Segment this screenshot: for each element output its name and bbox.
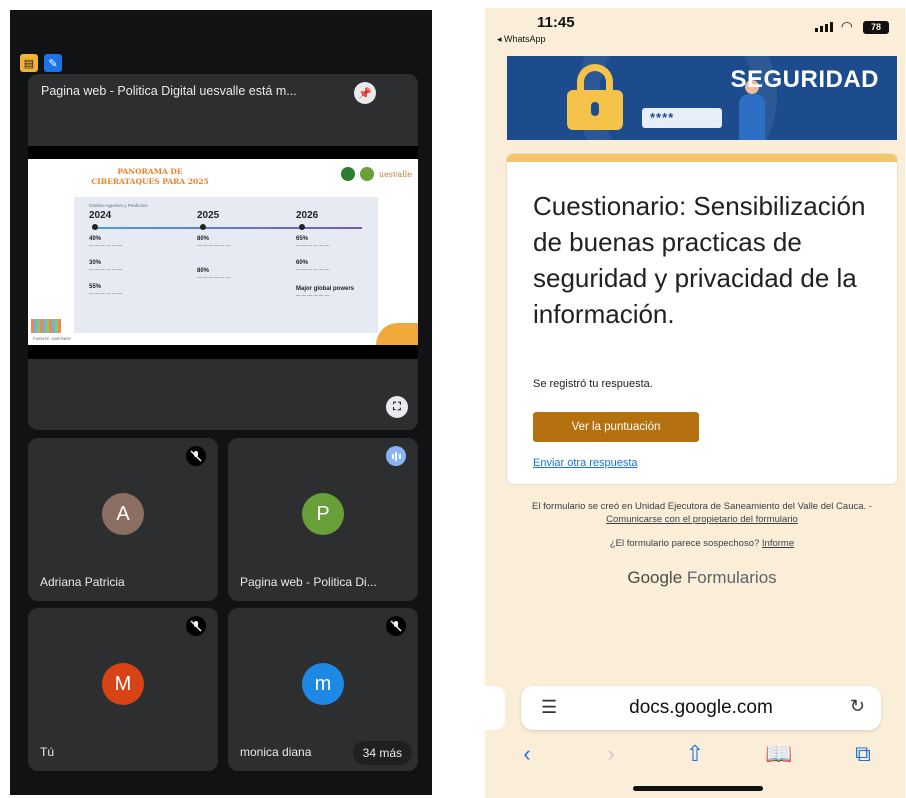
lock-keyhole <box>591 102 599 116</box>
form-footer: El formulario se creó en Unidad Ejecutor… <box>507 500 897 550</box>
status-bar: 11:45 ◂ WhatsApp ◠ 78 <box>485 8 905 56</box>
url-text: docs.google.com <box>629 697 773 718</box>
meet-top-icons: ▤ ✎ <box>20 54 62 72</box>
logo-icon <box>340 167 355 181</box>
slide-decoration <box>376 323 418 345</box>
pen-icon[interactable]: ✎ <box>44 54 62 72</box>
signal-icon <box>815 22 833 32</box>
slide-decoration <box>31 319 61 333</box>
slide: PANORAMA DE CIBERATAQUES PARA 2025 uesva… <box>28 159 418 345</box>
timeline-dot <box>200 224 206 230</box>
avatar: A <box>102 493 144 535</box>
slide-logos: uesvalle <box>340 167 412 181</box>
participant-name: Pagina web - Politica Di... <box>240 575 377 589</box>
view-score-button[interactable]: Ver la puntuación <box>533 412 699 442</box>
timeline-dot <box>299 224 305 230</box>
participant-name: Adriana Patricia <box>40 575 125 589</box>
google-forms-brand[interactable]: Google Formularios <box>507 568 897 588</box>
more-participants-button[interactable]: 34 más <box>352 741 412 765</box>
stat: Major global powers — — — — — — <box>296 286 355 298</box>
avatar: P <box>302 493 344 535</box>
phone-screen: 11:45 ◂ WhatsApp ◠ 78 **** SEGURIDAD Cue… <box>485 8 905 798</box>
address-bar[interactable]: ☰ docs.google.com ↻ <box>521 686 881 730</box>
participant-tile[interactable]: M Tú <box>28 608 218 771</box>
slide-footer: FUENTE: GARTNER <box>33 336 71 341</box>
share-icon[interactable]: ⇧ <box>675 741 715 767</box>
bookmarks-icon[interactable]: 📖 <box>759 741 799 767</box>
participant-tile[interactable]: A Adriana Patricia <box>28 438 218 601</box>
stat: 80% — — — — — — <box>197 236 231 248</box>
form-banner: **** SEGURIDAD <box>507 56 897 140</box>
avatar: M <box>102 663 144 705</box>
stat: 30% — — — — — — <box>89 260 123 272</box>
meet-call-panel: ▤ ✎ Pagina web - Politica Digital uesval… <box>10 10 432 795</box>
back-to-whatsapp[interactable]: ◂ WhatsApp <box>497 34 546 45</box>
person-icon <box>739 94 765 140</box>
presentation-title: Pagina web - Politica Digital uesvalle e… <box>41 84 297 98</box>
clock: 11:45 <box>537 14 575 31</box>
confirmation-message: Se registró tu respuesta. <box>533 378 653 390</box>
previous-tab[interactable] <box>485 686 505 730</box>
participant-name: monica diana <box>240 745 312 759</box>
address-bar-area: ☰ docs.google.com ↻ <box>485 686 905 736</box>
timeline-line <box>92 227 362 229</box>
home-indicator[interactable] <box>633 786 763 791</box>
wifi-icon: ◠ <box>840 18 853 34</box>
slide-timeline: Cambio Agresivo y Predictivo 2024 2025 2… <box>74 197 378 333</box>
logo-icon <box>359 167 374 181</box>
mic-off-icon <box>186 446 206 466</box>
participant-tile[interactable]: m monica diana 34 más <box>228 608 418 771</box>
brand-forms: Formularios <box>686 568 777 587</box>
timeline-dot <box>92 224 98 230</box>
footer-text: El formulario se creó en Unidad Ejecutor… <box>532 501 872 512</box>
stat: 65% — — — — — — <box>296 236 330 248</box>
banner-title: SEGURIDAD <box>730 66 879 93</box>
tabs-icon[interactable]: ⧉ <box>843 741 883 767</box>
contact-owner-link[interactable]: Comunicarse con el propietario del formu… <box>606 514 798 525</box>
response-card: Cuestionario: Sensibilización de buenas … <box>507 154 897 484</box>
slide-title: PANORAMA DE CIBERATAQUES PARA 2025 <box>91 167 209 186</box>
brand-google: Google <box>627 568 683 587</box>
mic-off-icon <box>186 616 206 636</box>
year-label: 2026 <box>296 210 319 221</box>
password-field-illustration: **** <box>642 108 722 128</box>
suspicious-text: ¿El formulario parece sospechoso? <box>609 538 760 549</box>
reload-icon[interactable]: ↻ <box>850 696 865 717</box>
participant-name: Tú <box>40 745 55 759</box>
stat: 55% — — — — — — <box>89 284 123 296</box>
mic-off-icon <box>386 616 406 636</box>
forward-icon[interactable]: › <box>591 741 631 767</box>
participant-tile[interactable]: P Pagina web - Politica Di... <box>228 438 418 601</box>
year-label: 2025 <box>197 210 220 221</box>
report-link[interactable]: Informe <box>762 538 794 549</box>
year-label: 2024 <box>89 210 112 221</box>
logo-text: uesvalle <box>378 169 412 179</box>
stat: 80% — — — — — — <box>197 268 231 280</box>
submit-another-link[interactable]: Enviar otra respuesta <box>533 457 638 469</box>
timeline-years: 2024 2025 2026 <box>89 210 379 222</box>
avatar: m <box>302 663 344 705</box>
fullscreen-icon[interactable]: ⛶ <box>386 396 408 418</box>
form-title: Cuestionario: Sensibilización de buenas … <box>533 191 866 329</box>
pin-icon[interactable]: 📌 <box>354 82 376 104</box>
back-icon[interactable]: ‹ <box>507 741 547 767</box>
battery-icon: 78 <box>863 21 889 34</box>
presentation-tile[interactable]: Pagina web - Politica Digital uesvalle e… <box>28 74 418 430</box>
safari-toolbar: ‹ › ⇧ 📖 ⧉ <box>485 734 905 774</box>
stat: 40% — — — — — — <box>89 236 123 248</box>
stat: 60% — — — — — — <box>296 260 330 272</box>
slide-subtitle: Cambio Agresivo y Predictivo <box>89 203 148 208</box>
speaking-icon <box>386 446 406 466</box>
folder-icon[interactable]: ▤ <box>20 54 38 72</box>
